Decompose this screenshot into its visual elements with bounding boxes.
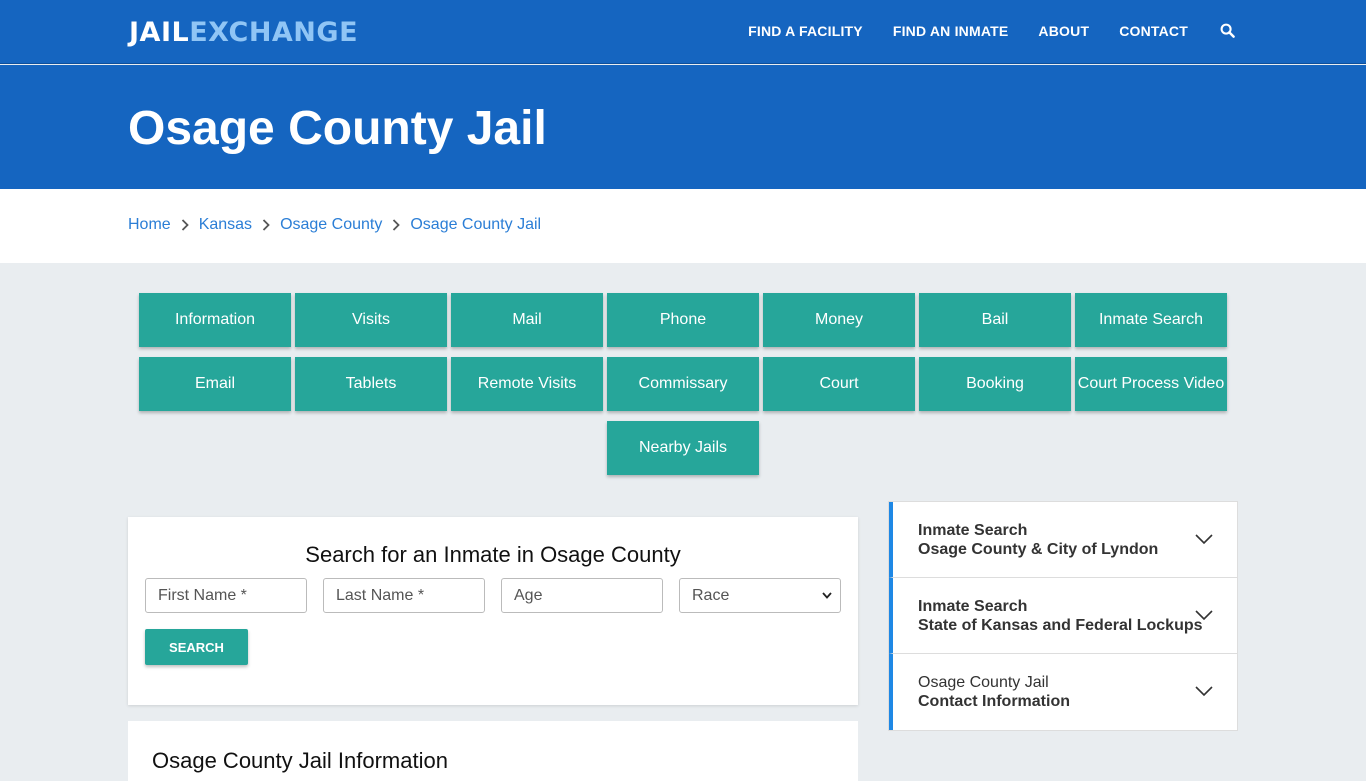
jail-info-card: Osage County Jail Information	[128, 721, 858, 781]
accordion-item-contact-info[interactable]: Osage County Jail Contact Information	[889, 654, 1237, 730]
btn-mail[interactable]: Mail	[451, 293, 603, 347]
accordion-line1: Inmate Search	[918, 598, 1028, 615]
breadcrumb-osage-county-jail[interactable]: Osage County Jail	[410, 216, 541, 234]
btn-email[interactable]: Email	[139, 357, 291, 411]
btn-bail[interactable]: Bail	[919, 293, 1071, 347]
nav-find-facility[interactable]: FIND A FACILITY	[748, 23, 863, 39]
main-nav: FIND A FACILITY FIND AN INMATE ABOUT CON…	[718, 23, 1236, 39]
btn-information[interactable]: Information	[139, 293, 291, 347]
btn-court-process-video[interactable]: Court Process Video	[1075, 357, 1227, 411]
chevron-down-icon	[822, 592, 832, 599]
inmate-search-card: Search for an Inmate in Osage County Fir…	[128, 517, 858, 705]
page-title: Osage County Jail	[128, 102, 547, 155]
search-card-title: Search for an Inmate in Osage County	[305, 542, 681, 567]
btn-court[interactable]: Court	[763, 357, 915, 411]
sidebar-accordion: Inmate Search Osage County & City of Lyn…	[888, 501, 1238, 731]
btn-nearby-jails[interactable]: Nearby Jails	[607, 421, 759, 475]
btn-tablets[interactable]: Tablets	[295, 357, 447, 411]
btn-remote-visits[interactable]: Remote Visits	[451, 357, 603, 411]
accordion-line1: Inmate Search	[918, 522, 1028, 539]
logo-part1: JAIL	[129, 17, 190, 48]
breadcrumb-bar: Home Kansas Osage County Osage County Ja…	[0, 189, 1366, 263]
chevron-right-icon	[181, 219, 189, 231]
site-logo[interactable]: JAILEXCHANGE	[129, 17, 358, 48]
breadcrumb-osage-county[interactable]: Osage County	[280, 216, 382, 234]
accordion-line1: Osage County Jail	[918, 674, 1049, 691]
first-name-field[interactable]: First Name *	[145, 578, 307, 613]
btn-money[interactable]: Money	[763, 293, 915, 347]
btn-inmate-search[interactable]: Inmate Search	[1075, 293, 1227, 347]
chevron-down-icon	[1195, 686, 1213, 697]
chevron-right-icon	[262, 219, 270, 231]
age-field[interactable]: Age	[501, 578, 663, 613]
info-card-title: Osage County Jail Information	[152, 748, 448, 773]
race-select[interactable]: Race	[679, 578, 841, 613]
breadcrumb: Home Kansas Osage County Osage County Ja…	[128, 216, 541, 234]
btn-visits[interactable]: Visits	[295, 293, 447, 347]
search-button[interactable]: SEARCH	[145, 629, 248, 665]
chevron-down-icon	[1195, 534, 1213, 545]
nav-find-inmate[interactable]: FIND AN INMATE	[893, 23, 1009, 39]
page-hero: Osage County Jail	[0, 65, 1366, 189]
top-navbar: JAILEXCHANGE FIND A FACILITY FIND AN INM…	[0, 0, 1366, 64]
nav-contact[interactable]: CONTACT	[1119, 23, 1188, 39]
accordion-line2: State of Kansas and Federal Lockups	[918, 617, 1203, 634]
breadcrumb-home[interactable]: Home	[128, 216, 171, 234]
chevron-right-icon	[393, 219, 401, 231]
btn-commissary[interactable]: Commissary	[607, 357, 759, 411]
search-icon[interactable]	[1220, 23, 1236, 39]
accordion-line2: Osage County & City of Lyndon	[918, 541, 1159, 558]
logo-part2: EXCHANGE	[189, 17, 359, 48]
chevron-down-icon	[1195, 610, 1213, 621]
race-select-value: Race	[692, 586, 730, 604]
nav-about[interactable]: ABOUT	[1038, 23, 1089, 39]
accordion-item-county-search[interactable]: Inmate Search Osage County & City of Lyn…	[889, 502, 1237, 578]
last-name-field[interactable]: Last Name *	[323, 578, 485, 613]
accordion-item-state-search[interactable]: Inmate Search State of Kansas and Federa…	[889, 578, 1237, 654]
breadcrumb-kansas[interactable]: Kansas	[199, 216, 252, 234]
btn-phone[interactable]: Phone	[607, 293, 759, 347]
btn-booking[interactable]: Booking	[919, 357, 1071, 411]
accordion-line2: Contact Information	[918, 693, 1070, 710]
